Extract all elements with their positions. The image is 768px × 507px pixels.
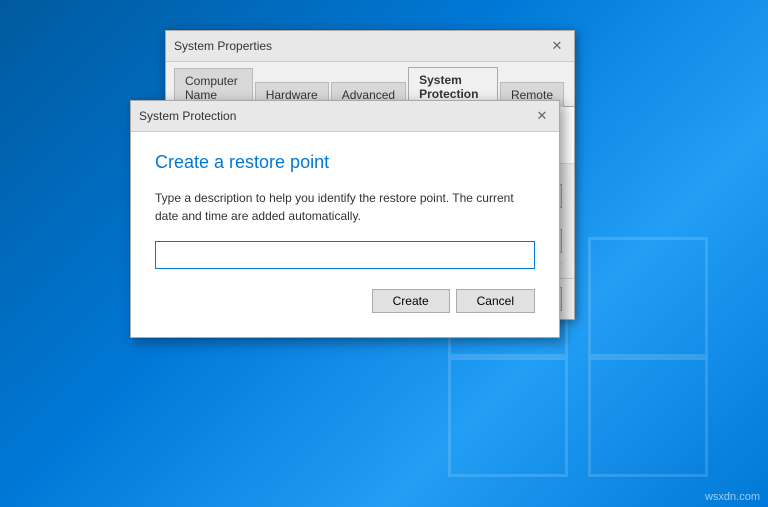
sp-dialog-content: Create a restore point Type a descriptio…	[131, 132, 559, 337]
sp-cancel-button[interactable]: Cancel	[456, 289, 535, 313]
system-properties-title: System Properties	[174, 39, 272, 53]
sp-description: Type a description to help you identify …	[155, 189, 535, 225]
restore-point-description-input[interactable]	[155, 241, 535, 269]
sp-dialog-buttons: Create Cancel	[155, 289, 535, 317]
create-restore-point-dialog: System Protection ✕ Create a restore poi…	[130, 100, 560, 338]
sp-heading: Create a restore point	[155, 152, 535, 173]
sp-titlebar: System Protection ✕	[131, 101, 559, 132]
watermark: wsxdn.com	[705, 491, 760, 503]
system-properties-titlebar: System Properties ✕	[166, 31, 574, 62]
sp-create-button[interactable]: Create	[372, 289, 450, 313]
desktop: System Properties ✕ Computer Name Hardwa…	[0, 0, 768, 507]
system-properties-close-button[interactable]: ✕	[548, 37, 566, 55]
sp-close-button[interactable]: ✕	[533, 107, 551, 125]
sp-dialog-title: System Protection	[139, 109, 236, 123]
